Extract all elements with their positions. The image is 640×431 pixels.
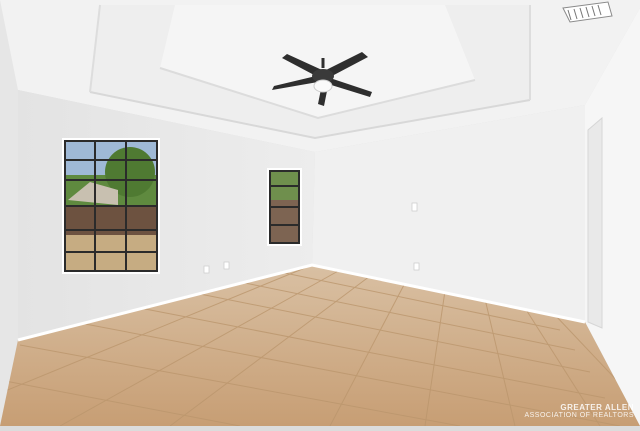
outlet — [223, 261, 230, 270]
watermark: GREATER ALLEN ASSOCIATION OF REALTORS — [524, 404, 634, 420]
small-window — [267, 168, 302, 246]
left-window — [62, 138, 160, 274]
room-photo: GREATER ALLEN ASSOCIATION OF REALTORS — [0, 0, 640, 426]
outlet — [413, 262, 420, 271]
doorway[interactable] — [587, 116, 603, 329]
room-illustration — [0, 0, 640, 426]
watermark-line1: GREATER ALLEN — [560, 403, 634, 412]
light-switch[interactable] — [411, 202, 418, 212]
watermark-line2: ASSOCIATION OF REALTORS — [524, 412, 634, 419]
outlet — [203, 265, 210, 274]
